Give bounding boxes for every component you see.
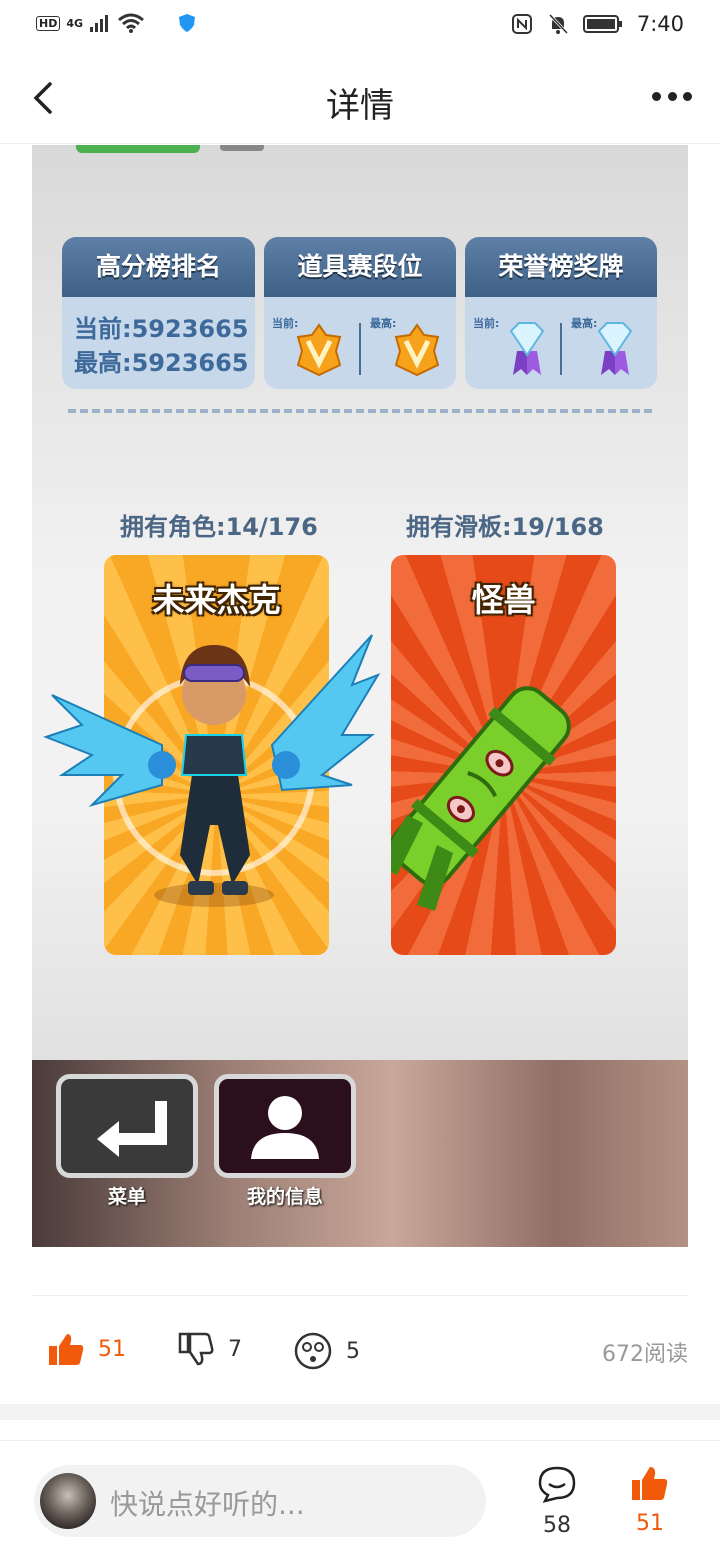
page-title: 详情 <box>326 86 394 126</box>
green-button-edge <box>76 145 200 153</box>
dislike-count: 7 <box>228 1336 242 1362</box>
surprised-face-icon <box>294 1332 332 1370</box>
divider <box>359 323 361 375</box>
thumbs-up-icon <box>632 1467 668 1500</box>
rank-best: 最高:5923665 <box>74 349 249 377</box>
wow-count: 5 <box>346 1338 360 1364</box>
clock: 7:40 <box>636 12 684 36</box>
board-card[interactable]: 怪兽 <box>391 555 616 955</box>
network-type: 4G <box>66 16 84 30</box>
diamond-medal-icon <box>509 322 545 375</box>
dashed-divider <box>68 409 652 413</box>
like-reaction[interactable]: 51 <box>48 1332 126 1366</box>
honor-panel-title: 荣誉榜奖牌 <box>465 237 657 297</box>
signal-icon <box>90 15 109 32</box>
character-name: 未来杰克 <box>152 581 281 619</box>
character-figure <box>43 634 381 907</box>
comment-bubble-icon <box>538 1466 576 1503</box>
bottom-like-button[interactable]: 51 <box>620 1465 680 1536</box>
game-menu-label: 菜单 <box>107 1186 146 1208</box>
wow-reaction[interactable]: 5 <box>294 1332 360 1370</box>
enter-arrow-icon <box>97 1101 167 1157</box>
diamond-medal-icon <box>597 322 633 375</box>
board-name: 怪兽 <box>471 581 536 619</box>
mute-bell-icon <box>548 13 568 35</box>
section-gap <box>0 1404 720 1420</box>
post-image[interactable]: 高分榜排名 当前:5923665 最高:5923665 道具赛段位 当前: 最高… <box>32 145 688 1247</box>
skateboard-figure <box>391 686 571 911</box>
gold-badge-icon <box>394 323 440 377</box>
reaction-row: 51 7 5 672阅读 <box>0 1322 720 1382</box>
rank-panel: 高分榜排名 当前:5923665 最高:5923665 <box>62 237 255 389</box>
gold-badge-icon <box>296 323 342 377</box>
separator <box>32 1295 688 1296</box>
divider <box>560 323 562 375</box>
game-menu-button[interactable] <box>56 1074 198 1178</box>
wifi-icon <box>118 13 144 33</box>
bottom-like-count: 51 <box>636 1511 664 1536</box>
nfc-icon <box>511 14 532 34</box>
honor-panel: 荣誉榜奖牌 当前: 最高: <box>465 237 657 389</box>
gray-button-edge <box>220 145 264 151</box>
more-options-icon[interactable] <box>652 92 692 104</box>
thumbs-down-icon <box>178 1332 214 1366</box>
rank-panel-title: 高分榜排名 <box>62 237 255 297</box>
owned-boards: 拥有滑板:19/168 <box>406 513 604 541</box>
battery-icon <box>582 15 622 33</box>
comment-count: 58 <box>543 1513 571 1538</box>
comment-button[interactable]: 58 <box>527 1465 587 1538</box>
comment-placeholder: 快说点好听的... <box>110 1488 305 1521</box>
read-count: 672阅读 <box>602 1342 688 1367</box>
prop-panel: 道具赛段位 当前: 最高: <box>264 237 456 389</box>
owned-characters: 拥有角色:14/176 <box>120 513 318 541</box>
prop-panel-title: 道具赛段位 <box>264 237 456 297</box>
dislike-reaction[interactable]: 7 <box>178 1332 242 1366</box>
status-bar: HD 4G 7:40 <box>0 0 720 52</box>
nav-bar: 详情 <box>0 52 720 144</box>
honor-current-label: 当前: <box>473 317 500 330</box>
avatar <box>40 1473 96 1529</box>
like-count: 51 <box>98 1336 126 1362</box>
hd-icon: HD <box>36 15 61 31</box>
game-info-button[interactable] <box>214 1074 356 1178</box>
shield-icon <box>179 14 196 32</box>
comment-input[interactable]: 快说点好听的... <box>34 1465 486 1537</box>
game-info-label: 我的信息 <box>246 1186 323 1208</box>
game-bottom-bar: 菜单 我的信息 <box>32 1060 688 1247</box>
user-icon <box>251 1096 319 1159</box>
thumbs-up-icon <box>49 1334 84 1365</box>
rank-current: 当前:5923665 <box>74 315 249 343</box>
bottom-comment-bar: 快说点好听的... 58 51 <box>0 1440 720 1560</box>
